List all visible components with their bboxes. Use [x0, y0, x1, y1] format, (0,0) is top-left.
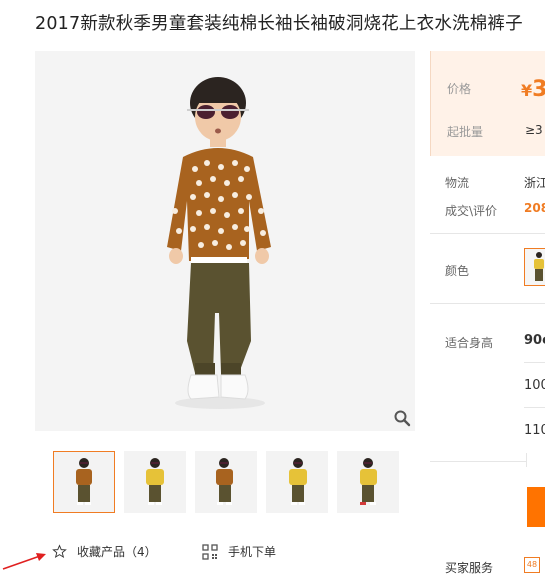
thumbnail-1[interactable] — [53, 451, 115, 513]
price-label: 价格 — [447, 82, 472, 96]
thumbnail-strip — [53, 451, 399, 513]
thumbnail-4[interactable] — [266, 451, 328, 513]
mobile-order-label: 手机下单 — [228, 545, 277, 559]
star-icon — [52, 544, 67, 559]
moq-value: ≥3 — [525, 123, 543, 137]
product-actions: 收藏产品（4） 手机下单 — [52, 543, 352, 563]
thumbnail-image — [196, 452, 256, 512]
transactions-value[interactable]: 208 — [524, 201, 545, 215]
zoom-icon[interactable] — [393, 409, 411, 427]
size-option-2[interactable]: 100 — [524, 378, 545, 393]
size-option-1[interactable]: 90c — [524, 333, 545, 348]
thumbnail-image — [267, 452, 327, 512]
divider — [430, 233, 545, 234]
divider — [524, 362, 545, 363]
favorite-button[interactable]: 收藏产品（4） — [52, 543, 157, 560]
order-button[interactable] — [527, 487, 545, 527]
logistics-value: 浙江 — [524, 176, 545, 190]
color-swatch-selected[interactable] — [524, 248, 545, 286]
thumbnail-image — [54, 452, 114, 512]
buyer-service-label: 买家服务 — [445, 561, 494, 575]
annotation-arrow — [2, 553, 46, 570]
service-48h-icon[interactable]: 48 — [524, 557, 540, 573]
size-option-3[interactable]: 110 — [524, 423, 545, 438]
thumbnail-3[interactable] — [195, 451, 257, 513]
logistics-label: 物流 — [445, 176, 470, 190]
transactions-label: 成交\评价 — [445, 204, 498, 218]
price-box: 价格 ¥3 起批量 ≥3 — [430, 51, 545, 156]
favorite-label: 收藏产品（4） — [77, 545, 157, 559]
divider — [430, 461, 526, 462]
mobile-order-button[interactable]: 手机下单 — [202, 543, 276, 560]
moq-label: 起批量 — [447, 125, 484, 139]
size-label: 适合身高 — [445, 336, 494, 350]
thumbnail-image — [125, 452, 185, 512]
product-title: 2017新款秋季男童套装纯棉长袖长袖破洞烧花上衣水洗棉裤子 — [35, 14, 523, 34]
thumbnail-image — [338, 452, 398, 512]
color-label: 颜色 — [445, 264, 470, 278]
price-value: ¥3 — [521, 77, 545, 102]
swatch-image — [525, 249, 545, 285]
product-photo — [35, 51, 415, 431]
thumbnail-2[interactable] — [124, 451, 186, 513]
divider — [524, 407, 545, 408]
price-number: 3 — [532, 77, 545, 102]
qr-code-icon — [202, 543, 218, 560]
divider — [430, 303, 545, 304]
thumbnail-5[interactable] — [337, 451, 399, 513]
currency-symbol: ¥ — [521, 81, 533, 100]
purchase-panel: 价格 ¥3 起批量 ≥3 物流 浙江 成交\评价 208 颜色 适合身高 90c… — [430, 51, 545, 584]
divider — [526, 453, 527, 467]
main-product-image[interactable] — [35, 51, 415, 431]
